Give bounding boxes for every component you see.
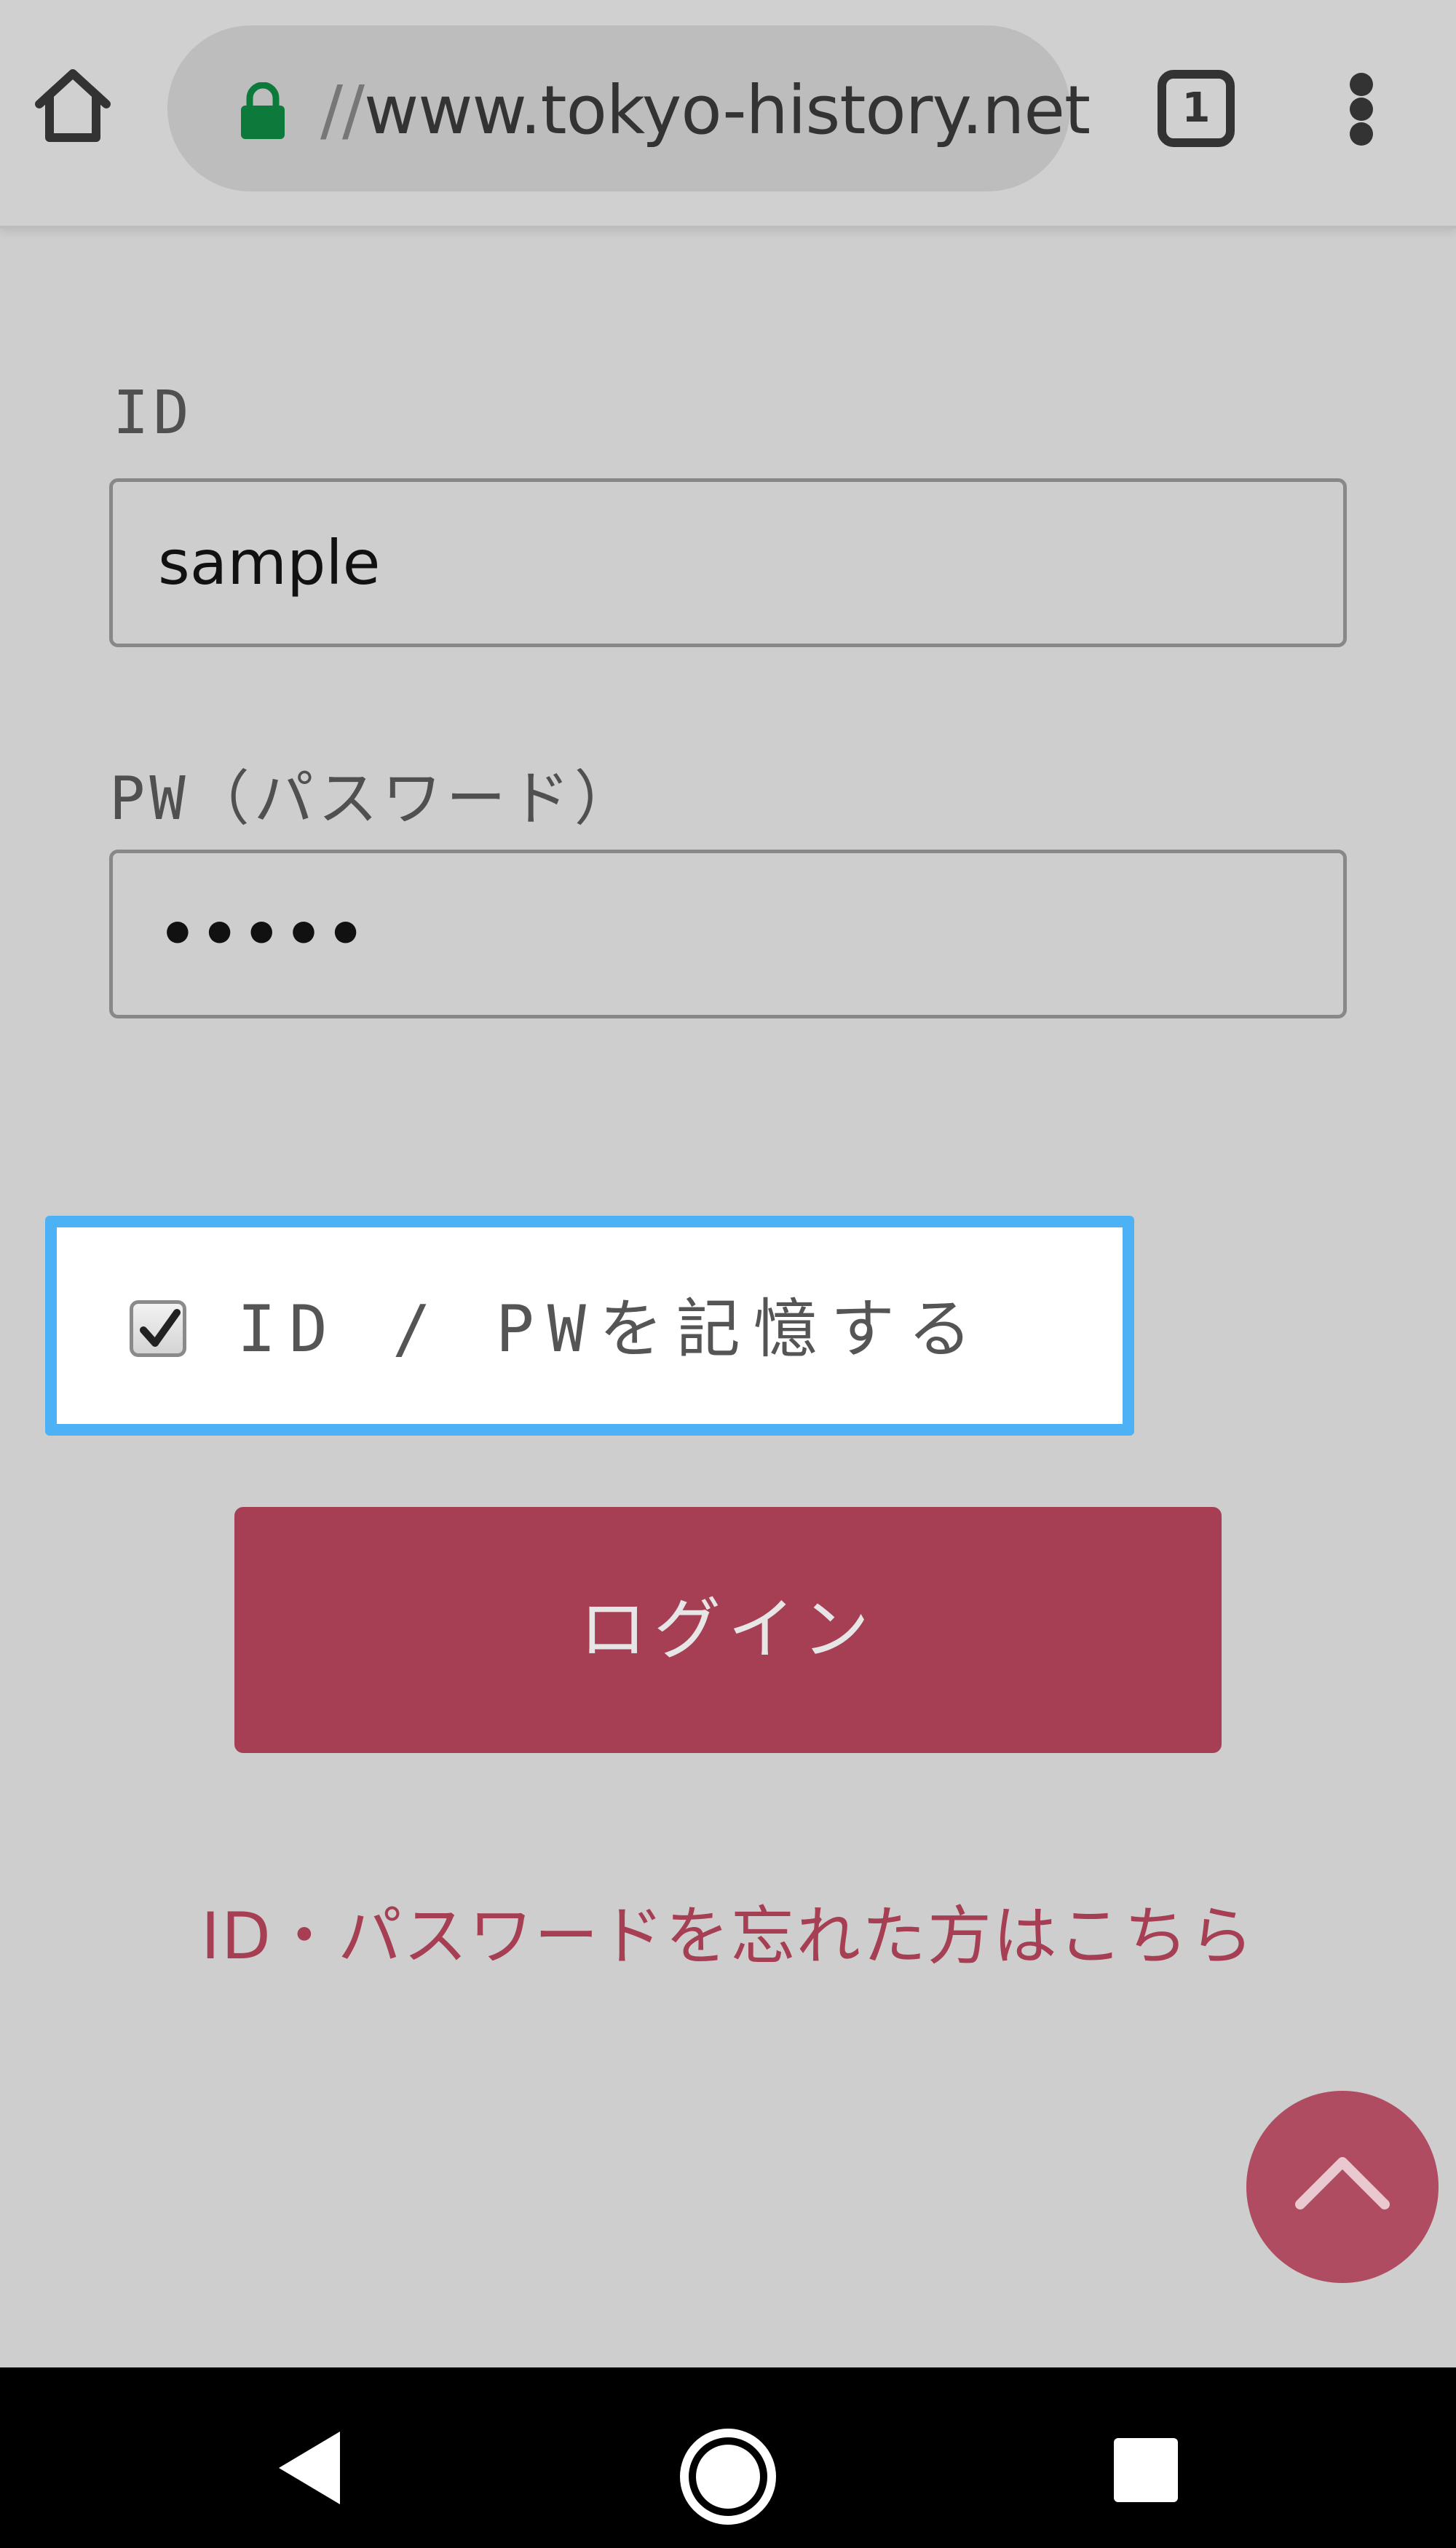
- more-vert-icon[interactable]: [1340, 66, 1383, 153]
- chevron-up-icon: [1295, 2157, 1390, 2209]
- remember-credentials-option[interactable]: ID / PWを記憶する: [45, 1216, 1134, 1436]
- password-input[interactable]: •••••: [109, 850, 1347, 1018]
- remember-checkbox[interactable]: [130, 1300, 186, 1357]
- back-icon[interactable]: [273, 2424, 346, 2512]
- menu-dot: [1350, 98, 1373, 121]
- url-scheme: //: [320, 71, 365, 149]
- menu-dot: [1350, 122, 1373, 146]
- id-input[interactable]: sample: [109, 478, 1347, 647]
- forgot-credentials-link[interactable]: ID・パスワードを忘れた方はこちら: [0, 1886, 1456, 1987]
- url-host: www.tokyo-history.net: [364, 71, 1091, 149]
- url-text[interactable]: //www.tokyo-history.net: [320, 71, 1091, 151]
- login-button[interactable]: ログイン: [234, 1507, 1222, 1753]
- home-button[interactable]: [29, 62, 116, 149]
- tab-switcher-button[interactable]: 1: [1158, 70, 1235, 147]
- lock-icon: [241, 82, 285, 139]
- id-label: ID: [113, 379, 194, 448]
- android-navigation-bar: [0, 2367, 1456, 2548]
- pw-label: PW（パスワード）: [109, 764, 638, 834]
- tab-count: 1: [1182, 84, 1211, 132]
- home-icon: [35, 69, 111, 142]
- home-circle-icon[interactable]: [677, 2426, 779, 2528]
- address-bar[interactable]: //www.tokyo-history.net: [167, 25, 1091, 191]
- remember-label: ID / PWを記憶する: [237, 1291, 985, 1366]
- recents-icon[interactable]: [1114, 2438, 1178, 2502]
- browser-toolbar: //www.tokyo-history.net 1: [0, 0, 1456, 229]
- scroll-to-top-button[interactable]: [1246, 2091, 1439, 2283]
- check-icon: [140, 1309, 181, 1347]
- menu-dot: [1350, 73, 1373, 96]
